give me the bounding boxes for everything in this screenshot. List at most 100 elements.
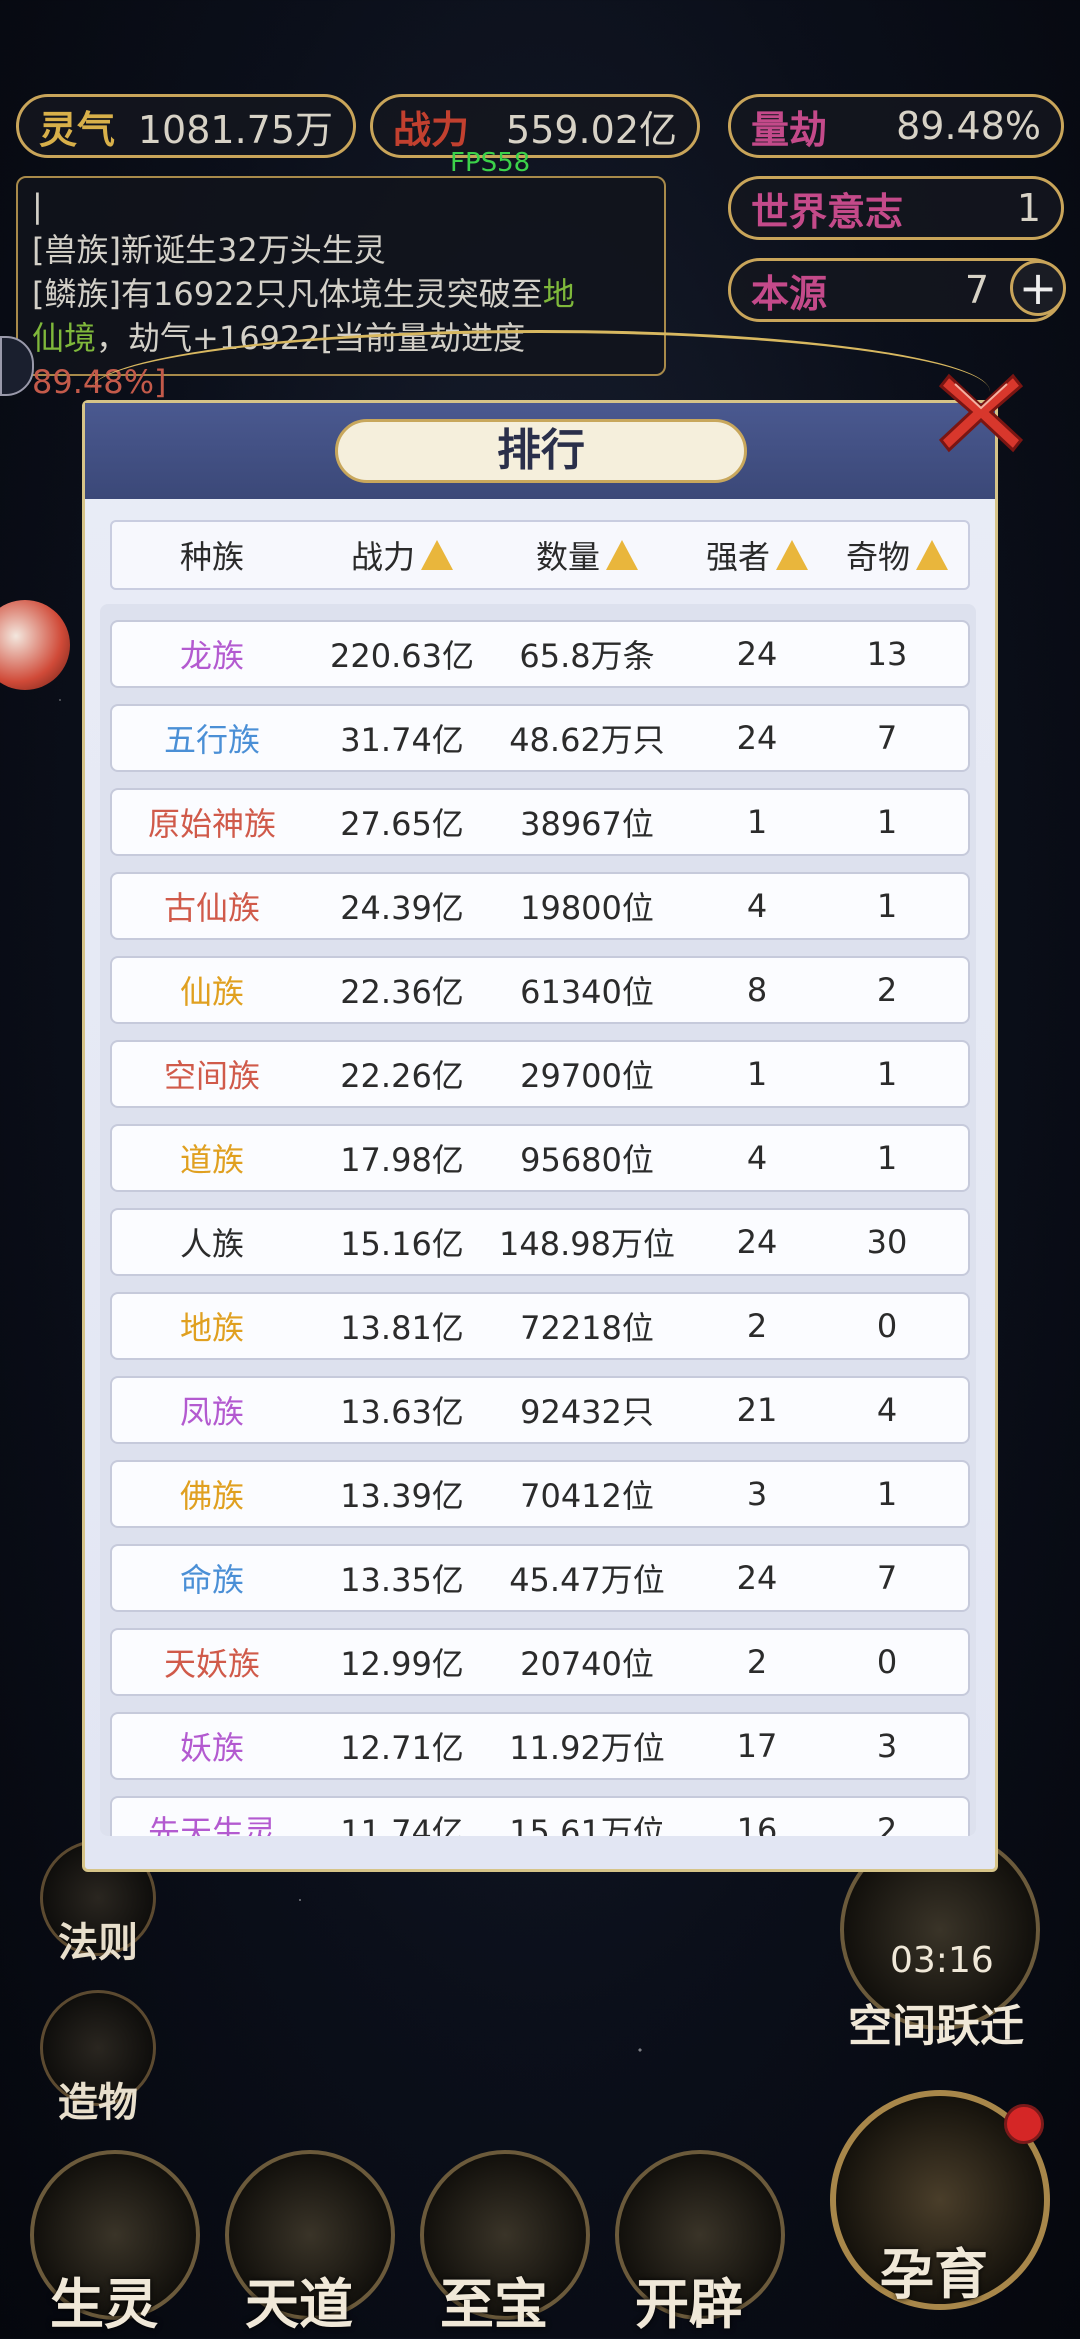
table-row[interactable]: 空间族 22.26亿 29700位 1 1 xyxy=(110,1040,970,1108)
race-power: 15.16亿 xyxy=(340,1225,464,1263)
table-row[interactable]: 古仙族 24.39亿 19800位 4 1 xyxy=(110,872,970,940)
race-strong: 24 xyxy=(736,635,778,673)
liangjie-value: 89.48% xyxy=(896,104,1041,148)
world-will-label: 世界意志 xyxy=(751,188,904,234)
race-name: 古仙族 xyxy=(163,889,260,927)
race-count: 11.92万位 xyxy=(509,1729,665,1767)
table-row[interactable]: 凤族 13.63亿 92432只 21 4 xyxy=(110,1376,970,1444)
ranking-list[interactable]: 龙族 220.63亿 65.8万条 24 13 五行族 31.74亿 48.62万只 24 7 原始… xyxy=(100,604,976,1836)
liangjie-stat: 量劫 89.48% xyxy=(728,94,1064,158)
sort-arrow-icon xyxy=(421,540,453,570)
race-power: 13.35亿 xyxy=(340,1561,464,1599)
race-power: 22.26亿 xyxy=(340,1057,464,1095)
race-count: 72218位 xyxy=(520,1309,654,1347)
race-count: 65.8万条 xyxy=(519,637,655,675)
table-row[interactable]: 妖族 12.71亿 11.92万位 17 3 xyxy=(110,1712,970,1780)
race-count: 19800位 xyxy=(520,889,654,927)
race-count: 48.62万只 xyxy=(509,721,665,759)
add-origin-button[interactable]: + xyxy=(1010,260,1066,316)
race-items: 1 xyxy=(876,803,898,841)
header-power[interactable]: 战力 xyxy=(312,532,492,578)
race-strong: 17 xyxy=(736,1727,778,1765)
race-strong: 1 xyxy=(746,1055,768,1093)
law-label: 法则 xyxy=(58,1919,138,1966)
race-items: 1 xyxy=(876,887,898,925)
modal-header: 排行 xyxy=(85,403,995,499)
creation-label: 造物 xyxy=(58,2079,138,2126)
log-text: [鳞族]有16922只凡体境生灵突破至 xyxy=(32,275,543,313)
race-strong: 24 xyxy=(736,1559,778,1597)
race-power: 27.65亿 xyxy=(340,805,464,843)
race-count: 95680位 xyxy=(520,1141,654,1179)
nav-creatures-label: 生灵 xyxy=(50,2272,158,2336)
table-row[interactable]: 五行族 31.74亿 48.62万只 24 7 xyxy=(110,704,970,772)
table-row[interactable]: 命族 13.35亿 45.47万位 24 7 xyxy=(110,1544,970,1612)
table-row[interactable]: 人族 15.16亿 148.98万位 24 30 xyxy=(110,1208,970,1276)
table-row[interactable]: 道族 17.98亿 95680位 4 1 xyxy=(110,1124,970,1192)
table-row[interactable]: 地族 13.81亿 72218位 2 0 xyxy=(110,1292,970,1360)
lingqi-label: 灵气 xyxy=(39,106,116,152)
race-name: 仙族 xyxy=(179,973,244,1011)
log-cursor: | xyxy=(32,187,43,225)
zhanli-stat: 战力 559.02亿 xyxy=(370,94,700,158)
table-row[interactable]: 先天生灵 11.74亿 15.61万位 16 2 xyxy=(110,1796,970,1836)
race-strong: 3 xyxy=(746,1475,768,1513)
race-name: 先天生灵 xyxy=(147,1813,276,1836)
table-row[interactable]: 佛族 13.39亿 70412位 3 1 xyxy=(110,1460,970,1528)
liangjie-label: 量劫 xyxy=(751,106,828,152)
race-name: 凤族 xyxy=(179,1393,244,1431)
race-strong: 21 xyxy=(736,1391,778,1429)
race-power: 31.74亿 xyxy=(340,721,464,759)
race-count: 45.47万位 xyxy=(509,1561,665,1599)
race-strong: 2 xyxy=(746,1643,768,1681)
race-items: 1 xyxy=(876,1139,898,1177)
table-row[interactable]: 仙族 22.36亿 61340位 8 2 xyxy=(110,956,970,1024)
race-power: 12.99亿 xyxy=(340,1645,464,1683)
race-name: 道族 xyxy=(179,1141,244,1179)
origin-value: 7 xyxy=(964,268,989,312)
log-line: [鳞族]有16922只凡体境生灵突破至地 xyxy=(32,272,650,316)
header-count[interactable]: 数量 xyxy=(492,532,682,578)
sort-arrow-icon xyxy=(606,540,638,570)
race-items: 13 xyxy=(866,635,908,673)
race-power: 17.98亿 xyxy=(340,1141,464,1179)
world-will-value: 1 xyxy=(1016,186,1041,230)
race-count: 15.61万位 xyxy=(509,1813,665,1836)
race-power: 12.71亿 xyxy=(340,1729,464,1767)
race-items: 0 xyxy=(876,1307,898,1345)
header-strong[interactable]: 强者 xyxy=(682,532,832,578)
header-items[interactable]: 奇物 xyxy=(832,532,962,578)
fps-counter: FPS58 xyxy=(450,148,531,178)
race-name: 空间族 xyxy=(163,1057,260,1095)
race-power: 13.81亿 xyxy=(340,1309,464,1347)
race-strong: 4 xyxy=(746,1139,768,1177)
modal-title: 排行 xyxy=(335,419,747,483)
lingqi-stat: 灵气 1081.75万 xyxy=(16,94,356,158)
table-row[interactable]: 天妖族 12.99亿 20740位 2 0 xyxy=(110,1628,970,1696)
notification-dot xyxy=(1004,2104,1044,2144)
header-race: 种族 xyxy=(179,538,244,576)
lingqi-value: 1081.75万 xyxy=(137,107,333,152)
jump-timer: 03:16 xyxy=(890,1940,994,1981)
nurture-label: 孕育 xyxy=(880,2242,988,2306)
table-row[interactable]: 原始神族 27.65亿 38967位 1 1 xyxy=(110,788,970,856)
race-name: 龙族 xyxy=(179,637,244,675)
race-count: 70412位 xyxy=(520,1477,654,1515)
race-name: 命族 xyxy=(179,1561,244,1599)
table-row[interactable]: 龙族 220.63亿 65.8万条 24 13 xyxy=(110,620,970,688)
race-name: 天妖族 xyxy=(163,1645,260,1683)
race-items: 2 xyxy=(876,971,898,1009)
race-name: 人族 xyxy=(179,1225,244,1263)
log-highlight: 地 xyxy=(542,275,575,313)
race-strong: 24 xyxy=(736,1223,778,1261)
sort-arrow-icon xyxy=(916,540,948,570)
log-highlight: 仙境 xyxy=(32,319,97,357)
zhanli-value: 559.02亿 xyxy=(506,107,677,152)
race-count: 148.98万位 xyxy=(499,1225,675,1263)
world-will-stat: 世界意志 1 xyxy=(728,176,1064,240)
race-strong: 16 xyxy=(736,1811,778,1836)
race-count: 38967位 xyxy=(520,805,654,843)
close-icon[interactable] xyxy=(935,366,1027,458)
origin-label: 本源 xyxy=(751,270,828,316)
race-name: 佛族 xyxy=(179,1477,244,1515)
